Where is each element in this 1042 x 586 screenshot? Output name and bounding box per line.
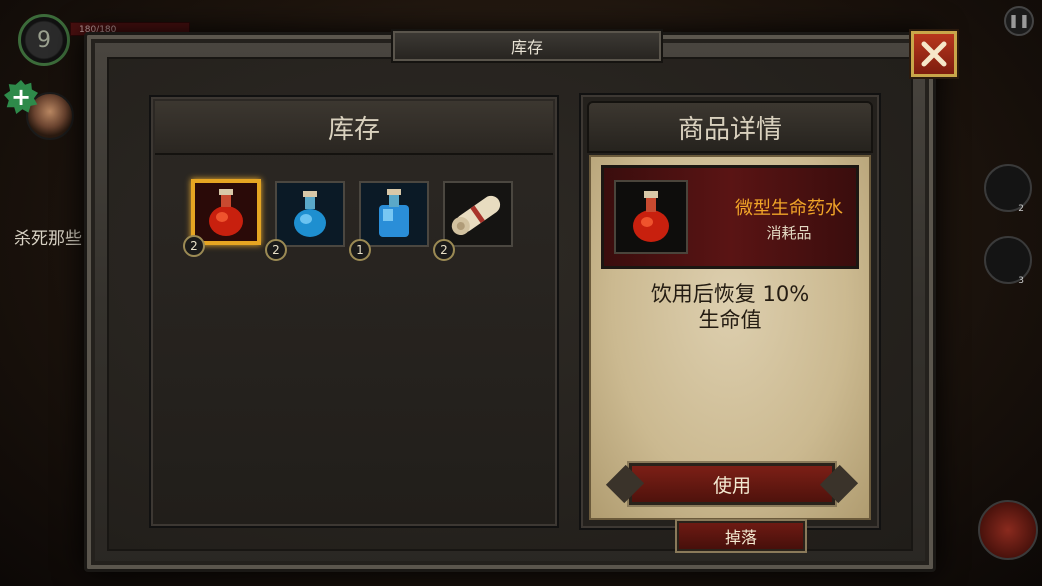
item-count-badge: 2: [433, 239, 455, 261]
selected-item-icon: [614, 180, 688, 254]
attack-button[interactable]: [978, 500, 1038, 560]
player-level-badge: 9: [18, 14, 70, 66]
modal-title-text: 库存: [510, 38, 543, 57]
inventory-header-text: 库存: [327, 114, 380, 145]
drop-button-label: 掉落: [724, 528, 757, 547]
item-count-badge: 2: [265, 239, 287, 261]
item-count-badge: 2: [183, 235, 205, 257]
pause-button[interactable]: ❚❚: [1004, 6, 1034, 36]
item-type: 消耗品: [766, 224, 812, 242]
inventory-panel: 库存: [149, 95, 559, 528]
quick-slot-count: 3: [1018, 276, 1024, 286]
modal-title: 库存: [391, 29, 663, 63]
inventory-slot-blue-potion[interactable]: 2: [265, 181, 345, 261]
item-count: 2: [440, 243, 448, 257]
item-description-line: 生命值: [698, 308, 762, 332]
red-potion-icon: [633, 191, 669, 242]
item-detail-parchment: 微型生命药水 消耗品 饮用后恢复 10% 生命值 使用 掉落: [589, 155, 871, 553]
use-button-label: 使用: [712, 474, 751, 497]
inventory-modal: 库存 库存 2 2 1 2 商品详情 微型生命药水 消耗品 饮用后恢复 10% …: [84, 29, 957, 572]
inventory-header: 库存: [155, 101, 553, 155]
item-count: 2: [272, 243, 280, 257]
quick-slot-mana-potion[interactable]: 3: [984, 236, 1032, 286]
inventory-slot-blue-flask[interactable]: 1: [349, 181, 429, 261]
item-name: 微型生命药水: [735, 198, 843, 219]
item-description: 饮用后恢复 10% 生命值: [591, 281, 869, 333]
close-button[interactable]: [911, 31, 957, 77]
item-detail-panel: 商品详情 微型生命药水 消耗品 饮用后恢复 10% 生命值 使用 掉落: [579, 93, 881, 553]
scroll-icon: [445, 183, 511, 245]
item-card: 微型生命药水 消耗品: [601, 165, 859, 269]
item-count: 2: [190, 239, 198, 253]
red-potion-icon: [195, 183, 257, 241]
quest-text: 杀死那些: [14, 229, 82, 249]
blue-flask-icon: [361, 183, 427, 245]
pause-icon: ❚❚: [1008, 13, 1030, 29]
quick-slot-health-potion[interactable]: 2: [984, 164, 1032, 214]
item-description-line: 饮用后恢复 10%: [650, 282, 810, 306]
use-button[interactable]: 使用: [627, 461, 837, 507]
player-level: 9: [37, 27, 51, 53]
item-count-badge: 1: [349, 239, 371, 261]
close-icon: [921, 41, 947, 67]
item-count: 1: [356, 243, 364, 257]
item-detail-header-text: 商品详情: [677, 114, 782, 145]
inventory-slot-scroll[interactable]: 2: [433, 181, 513, 261]
inventory-slot-red-potion[interactable]: 2: [183, 179, 261, 257]
drop-button[interactable]: 掉落: [675, 519, 807, 553]
blue-potion-icon: [277, 183, 343, 245]
item-detail-header: 商品详情: [587, 101, 873, 153]
quick-slot-count: 2: [1018, 204, 1024, 214]
